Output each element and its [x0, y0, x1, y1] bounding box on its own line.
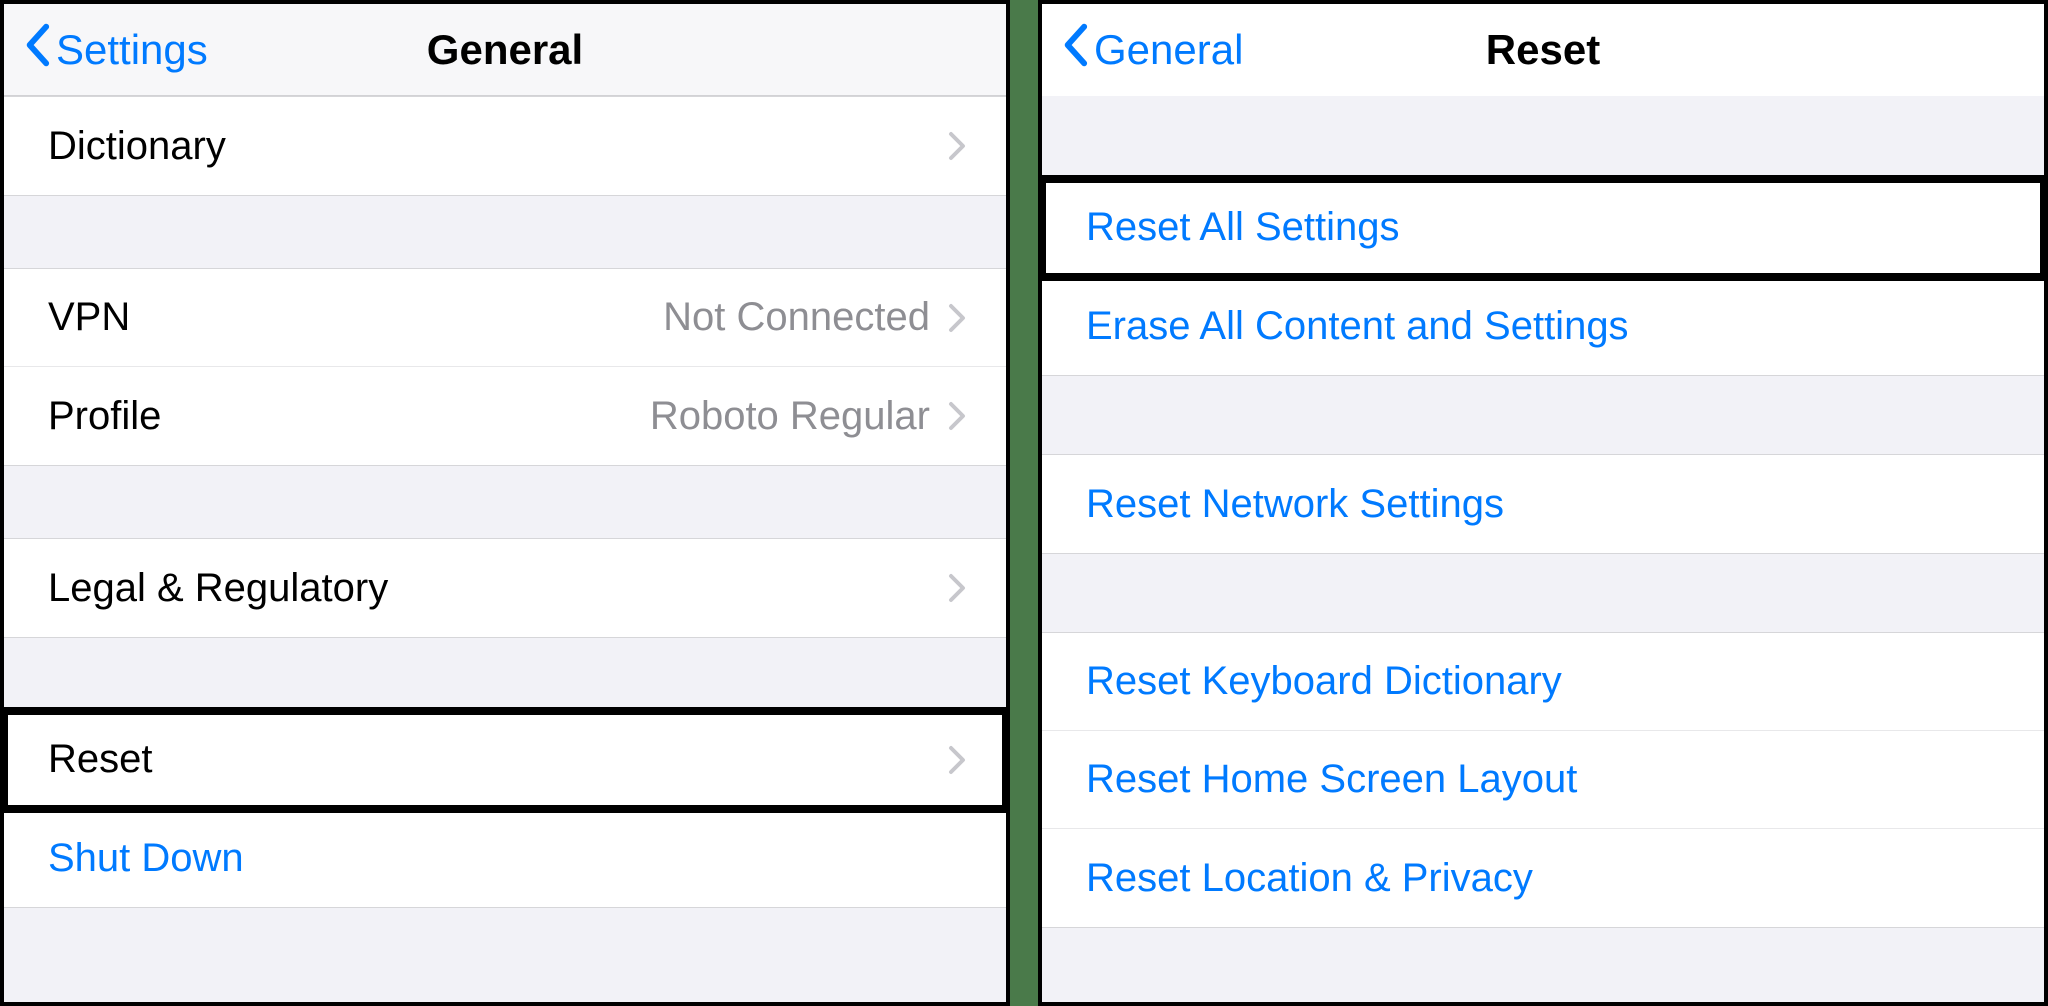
- row-label: Legal & Regulatory: [48, 566, 948, 611]
- row-vpn[interactable]: VPN Not Connected: [4, 269, 1006, 367]
- row-label: Shut Down: [48, 836, 966, 881]
- row-reset[interactable]: Reset: [4, 711, 1006, 809]
- row-label: VPN: [48, 295, 663, 340]
- row-label: Reset Keyboard Dictionary: [1086, 659, 2004, 704]
- page-title: Reset: [1486, 26, 1600, 74]
- group-reset-network: Reset Network Settings: [1042, 454, 2044, 554]
- navbar-general: Settings General: [4, 4, 1006, 96]
- general-settings-panel: Settings General Dictionary VPN Not Conn…: [0, 0, 1010, 1006]
- group-gap: [1042, 96, 2044, 178]
- chevron-right-icon: [948, 573, 966, 603]
- back-to-settings-button[interactable]: Settings: [24, 23, 208, 77]
- group-gap: [1042, 554, 2044, 632]
- page-title: General: [427, 26, 583, 74]
- chevron-right-icon: [948, 131, 966, 161]
- chevron-right-icon: [948, 303, 966, 333]
- row-profile[interactable]: Profile Roboto Regular: [4, 367, 1006, 465]
- row-label: Reset Network Settings: [1086, 482, 2004, 527]
- row-detail: Roboto Regular: [650, 394, 930, 439]
- back-label: Settings: [56, 26, 208, 74]
- chevron-right-icon: [948, 401, 966, 431]
- group-gap: [4, 638, 1006, 710]
- group-reset-misc: Reset Keyboard Dictionary Reset Home Scr…: [1042, 632, 2044, 928]
- group-gap: [4, 466, 1006, 538]
- group-gap: [4, 196, 1006, 268]
- back-to-general-button[interactable]: General: [1062, 23, 1243, 77]
- chevron-left-icon: [1062, 23, 1088, 77]
- group-reset-shutdown: Reset Shut Down: [4, 710, 1006, 908]
- group-legal: Legal & Regulatory: [4, 538, 1006, 638]
- row-reset-location[interactable]: Reset Location & Privacy: [1042, 829, 2044, 927]
- row-label: Reset: [48, 737, 948, 782]
- row-shutdown[interactable]: Shut Down: [4, 809, 1006, 907]
- row-reset-network[interactable]: Reset Network Settings: [1042, 455, 2044, 553]
- group-gap: [1042, 376, 2044, 454]
- row-legal[interactable]: Legal & Regulatory: [4, 539, 1006, 637]
- navbar-reset: General Reset: [1042, 4, 2044, 96]
- group-dictionary: Dictionary: [4, 96, 1006, 196]
- chevron-right-icon: [948, 745, 966, 775]
- row-label: Erase All Content and Settings: [1086, 304, 2004, 349]
- row-reset-all-settings[interactable]: Reset All Settings: [1042, 179, 2044, 277]
- row-detail: Not Connected: [663, 295, 930, 340]
- row-label: Reset Location & Privacy: [1086, 856, 2004, 901]
- row-erase-all-content[interactable]: Erase All Content and Settings: [1042, 277, 2044, 375]
- row-label: Profile: [48, 394, 650, 439]
- row-label: Reset All Settings: [1086, 205, 2004, 250]
- back-label: General: [1094, 26, 1243, 74]
- group-vpn-profile: VPN Not Connected Profile Roboto Regular: [4, 268, 1006, 466]
- row-reset-keyboard[interactable]: Reset Keyboard Dictionary: [1042, 633, 2044, 731]
- chevron-left-icon: [24, 23, 50, 77]
- reset-settings-panel: General Reset Reset All Settings Erase A…: [1038, 0, 2048, 1006]
- row-label: Reset Home Screen Layout: [1086, 757, 2004, 802]
- row-label: Dictionary: [48, 124, 948, 169]
- group-reset-all-erase: Reset All Settings Erase All Content and…: [1042, 178, 2044, 376]
- row-reset-home[interactable]: Reset Home Screen Layout: [1042, 731, 2044, 829]
- row-dictionary[interactable]: Dictionary: [4, 97, 1006, 195]
